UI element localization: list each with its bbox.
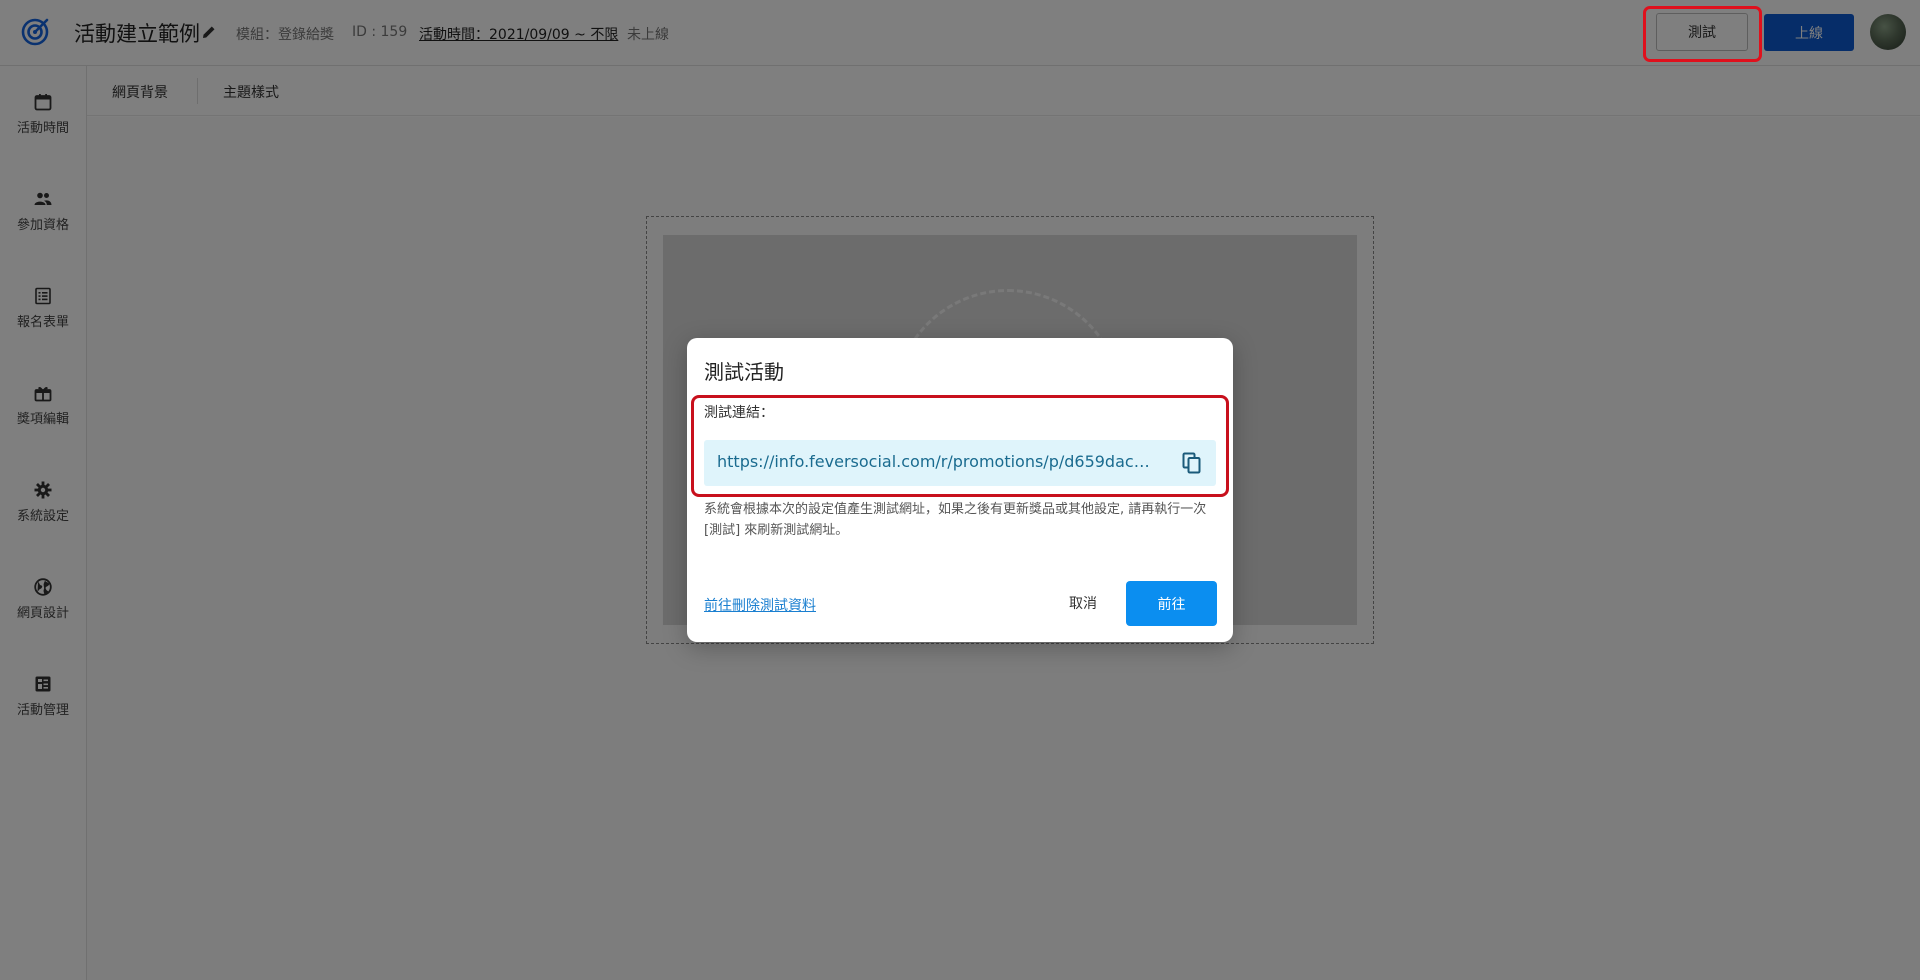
- cancel-button[interactable]: 取消: [1047, 583, 1119, 623]
- test-button-highlight: [1643, 6, 1762, 62]
- delete-test-data-link[interactable]: 前往刪除測試資料: [704, 595, 816, 615]
- test-activity-dialog: 測試活動 測試連結： https://info.feversocial.com/…: [687, 338, 1233, 642]
- dialog-title: 測試活動: [704, 360, 784, 384]
- test-link-note: 系統會根據本次的設定值產生測試網址，如果之後有更新獎品或其他設定, 請再執行一次…: [704, 502, 1207, 538]
- go-button[interactable]: 前往: [1126, 581, 1217, 626]
- test-link-highlight: [691, 395, 1229, 497]
